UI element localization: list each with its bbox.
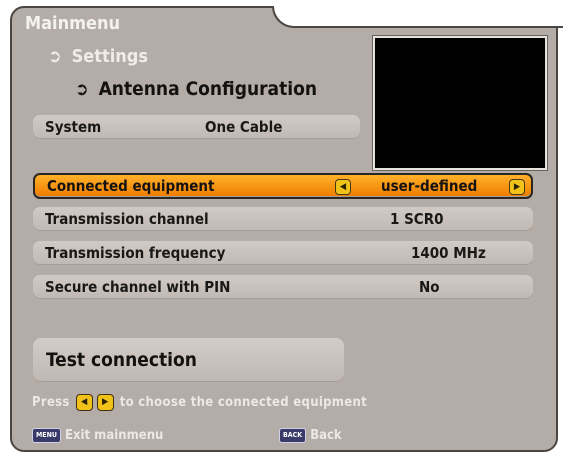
transmission-frequency-label: Transmission frequency [45,244,226,262]
arrow-right-icon: ➲ [48,46,62,67]
connected-equipment-label: Connected equipment [47,177,215,195]
transmission-channel-label: Transmission channel [45,210,209,228]
arrow-right-icon: ➲ [75,78,89,100]
breadcrumb-antenna-configuration: ➲ Antenna Configuration [75,78,317,100]
breadcrumb-settings-label: Settings [71,46,149,67]
transmission-channel-value: 1 SCR0 [390,210,444,228]
footer-exit-mainmenu[interactable]: MENU Exit mainmenu [32,428,163,443]
hint-suffix: to choose the connected equipment [119,395,368,410]
hint-prefix: Press [32,395,70,410]
transmission-channel-row[interactable]: Transmission channel 1 SCR0 [33,207,533,231]
secure-channel-label: Secure channel with PIN [45,278,231,296]
transmission-frequency-row[interactable]: Transmission frequency 1400 MHz [33,241,533,265]
connected-equipment-row[interactable]: Connected equipment ◀ user-defined ▶ [33,173,533,199]
hint-text: Press ◀ ▶ to choose the connected equipm… [32,394,367,411]
footer-back[interactable]: BACK Back [279,428,342,443]
transmission-frequency-value: 1400 MHz [411,244,486,262]
test-connection-label: Test connection [46,349,197,371]
test-connection-button[interactable]: Test connection [33,338,344,382]
secure-channel-value: No [419,278,440,296]
panel-tab-notch [272,6,563,28]
menu-title: Mainmenu [25,13,121,34]
page-title: Antenna Configuration [98,78,318,100]
secure-channel-row[interactable]: Secure channel with PIN No [33,275,533,299]
menu-key-icon: MENU [32,428,61,443]
exit-mainmenu-label: Exit mainmenu [64,428,164,443]
right-arrow-icon: ▶ [96,394,114,411]
system-value: One Cable [205,118,283,136]
system-row[interactable]: System One Cable [33,115,360,139]
connected-equipment-value: user-defined [381,177,478,195]
right-arrow-icon[interactable]: ▶ [509,179,525,195]
left-arrow-icon: ◀ [75,394,93,411]
breadcrumb-settings: ➲ Settings [48,46,148,67]
video-preview [373,36,547,170]
back-key-icon: BACK [279,428,307,443]
system-label: System [45,118,102,136]
back-label: Back [310,428,342,443]
left-arrow-icon[interactable]: ◀ [335,179,351,195]
